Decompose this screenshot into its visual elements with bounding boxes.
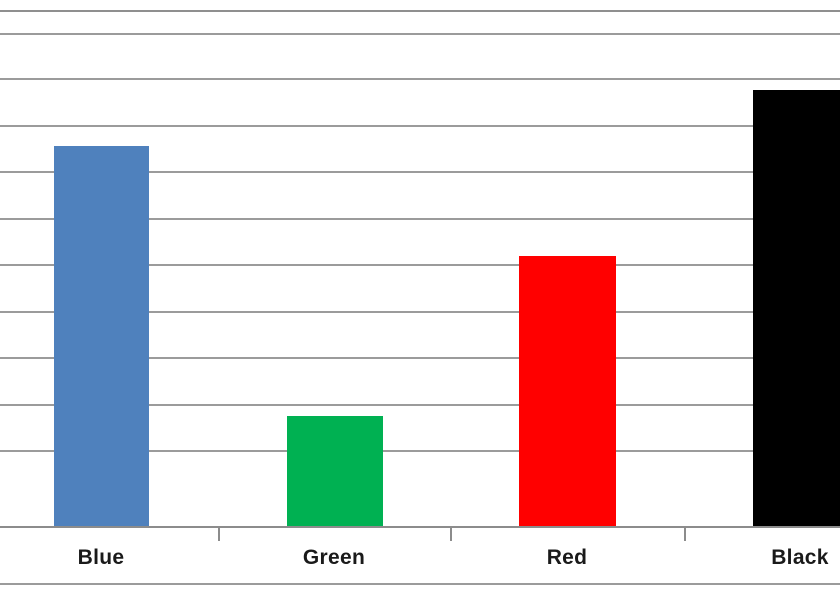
gridline-3 [0,125,840,127]
gridline-0 [0,10,840,12]
axis-tick-0 [218,528,220,541]
gridline-1 [0,33,840,35]
chart-bottom-border [0,583,840,585]
axis-tick-1 [450,528,452,541]
bar-blue[interactable] [54,146,149,526]
category-label-red: Red [546,546,588,569]
category-label-blue: Blue [77,546,125,569]
bar-black[interactable] [753,90,840,526]
gridline-2 [0,78,840,80]
bar-red[interactable] [519,256,616,526]
axis-tick-2 [684,528,686,541]
bar-chart: Blue Green Red Black [0,0,840,600]
category-axis-line [0,526,840,528]
category-label-black: Black [771,546,829,569]
bar-green[interactable] [287,416,383,526]
category-label-green: Green [302,546,366,569]
